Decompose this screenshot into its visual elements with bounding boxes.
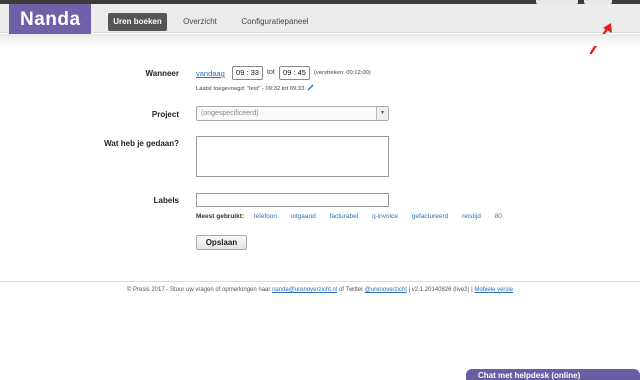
nav-configuratiepaneel[interactable]: Configuratiepaneel [238,13,312,31]
footer: © Presis 2017 - Stuur uw vragen of opmer… [0,287,640,293]
tag-link[interactable]: q-invoice [372,213,398,220]
footer-twitter-text: of Twitter [338,287,364,293]
most-used-label: Meest gebruikt: [196,213,245,220]
activity-label: Wat heb je gedaan? [104,139,179,148]
save-button[interactable]: Opslaan [196,235,247,250]
footer-divider [0,281,640,282]
footer-version: | v2.1.20140826 (live2) | [408,287,473,293]
footer-copyright: © Presis 2017 - Stuur uw vragen of opmer… [126,287,271,293]
tag-link[interactable]: reistijd [462,213,481,220]
last-added-text: Laatst toegevoegd: "test" - 09:32 tot 09… [196,86,306,92]
tag-link[interactable]: uitgaand [291,213,316,220]
footer-twitter-link[interactable]: @urenoverzicht [365,287,407,293]
header-shadow [0,34,640,46]
nav-overzicht[interactable]: Overzicht [178,13,222,31]
tag-link[interactable]: telefoon [254,213,277,220]
date-link-vandaag[interactable]: vandaag [196,69,225,78]
start-time-input[interactable]: 09 : 33 [232,66,263,80]
header-bar: Uren boeken Overzicht Configuratiepaneel [0,4,640,33]
chevron-down-icon[interactable]: ▾ [376,107,388,120]
most-used-tags: Meest gebruikt: telefoon uitgaand factur… [196,213,514,220]
labels-input[interactable] [196,193,389,207]
chat-helpdesk-tab[interactable]: Chat met helpdesk (online) [466,369,640,380]
tag-link[interactable]: facturabel [330,213,359,220]
labels-label: Labels [153,196,179,205]
elapsed-text: (verstreken: 00:12:00) [314,70,371,76]
nav-uren-boeken[interactable]: Uren boeken [108,13,167,31]
project-label: Project [151,110,179,119]
nanda-logo[interactable]: Nanda [9,4,91,35]
tot-label: tot [267,69,275,76]
end-time-input[interactable]: 09 : 45 [279,66,310,80]
tag-link[interactable]: 80 [495,213,502,220]
project-select[interactable]: (ongespecificeerd) ▾ [196,106,389,121]
activity-textarea[interactable] [196,136,389,177]
footer-mobile-link[interactable]: Mobiele versie [474,287,513,293]
pencil-icon[interactable] [307,84,314,91]
project-select-value: (ongespecificeerd) [201,110,259,117]
wanneer-label: Wanneer [145,69,180,78]
footer-email-link[interactable]: nanda@urenoverzicht.nl [272,287,337,293]
tag-link[interactable]: gefactureerd [412,213,449,220]
